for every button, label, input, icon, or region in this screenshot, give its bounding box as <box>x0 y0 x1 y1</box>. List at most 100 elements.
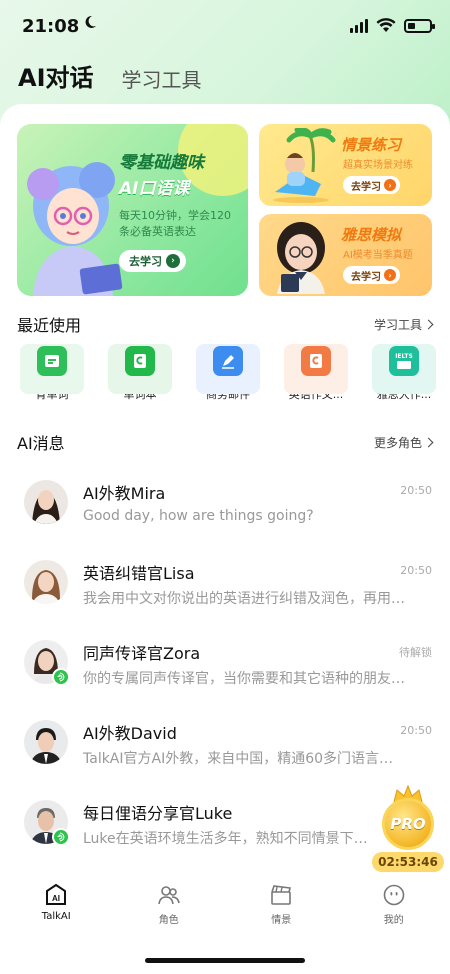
ielts-badge: IELTS <box>395 352 413 360</box>
tool-tile <box>284 344 348 394</box>
button-label: 去学习 <box>351 181 381 193</box>
battery-icon <box>404 18 435 33</box>
message-preview: 我会用中文对你说出的英语进行纠错及润色，再用… <box>83 591 405 607</box>
message-time: 待解锁 <box>399 646 432 659</box>
ielts-title: 雅思模拟 <box>341 226 402 244</box>
link-label: 更多角色 <box>373 435 422 450</box>
bottom-tab-bar: AI TalkAI 角色 情景 我的 <box>0 882 450 942</box>
tool-english-essay[interactable]: 英语作文... <box>272 344 360 402</box>
tab-ai-chat-label: AI对话 <box>18 64 94 92</box>
wordbook-icon <box>125 346 155 376</box>
chevron-right-icon <box>423 319 434 329</box>
message-name: AI外教David <box>83 724 177 743</box>
message-time: 20:50 <box>400 484 432 497</box>
message-item[interactable]: AI外教David 20:50 TalkAI官方AI外教，来自中国，精通60多门… <box>0 706 450 786</box>
moon-icon <box>83 14 97 33</box>
message-preview: 你的专属同声传译官，当你需要和其它语种的朋友… <box>83 671 405 687</box>
wifi-icon <box>376 18 396 32</box>
pro-badge[interactable]: PRO 02:53:46 <box>370 780 446 874</box>
message-name: AI外教Mira <box>83 484 166 503</box>
arrow-right-icon: › <box>166 254 180 268</box>
home-indicator <box>145 958 305 963</box>
more-roles-link[interactable]: 更多角色 <box>373 434 434 451</box>
tool-tile <box>196 344 260 394</box>
tab-label: TalkAI <box>41 911 71 922</box>
svg-text:AI: AI <box>52 894 60 903</box>
tab-label: 我的 <box>383 915 404 926</box>
people-icon <box>156 882 182 908</box>
voice-icon <box>52 828 70 846</box>
message-preview: TalkAI官方AI外教，来自中国，精通60多门语言… <box>83 751 394 767</box>
oral-course-start-button[interactable]: 去学习 › <box>119 250 186 272</box>
message-name: 每日俚语分享官Luke <box>83 804 233 823</box>
voice-icon <box>52 668 70 686</box>
ielts-icon: IELTS <box>389 346 419 376</box>
status-time: 21:08 <box>22 16 80 37</box>
tab-learning-tools[interactable]: 学习工具 <box>122 64 202 93</box>
message-item[interactable]: 英语纠错官Lisa 20:50 我会用中文对你说出的英语进行纠错及润色，再用… <box>0 546 450 626</box>
clapperboard-icon <box>268 882 294 908</box>
student-illustration <box>277 222 325 294</box>
essay-icon <box>301 346 331 376</box>
message-item[interactable]: AI外教Mira 20:50 Good day, how are things … <box>0 466 450 546</box>
tool-tile <box>20 344 84 394</box>
pro-label: PRO <box>390 815 426 833</box>
tool-tile: IELTS <box>372 344 436 394</box>
tool-business-mail[interactable]: 商务邮件 <box>184 344 272 402</box>
profile-icon <box>381 882 407 908</box>
top-tabs: AI对话 学习工具 <box>18 54 202 93</box>
message-time: 20:50 <box>400 564 432 577</box>
signal-icon <box>350 18 368 33</box>
scenario-start-button[interactable]: 去学习 › <box>343 176 400 194</box>
banner-oral-course[interactable]: 零基础趣味 AI口语课 每天10分钟，学会120条必备英语表达 去学习 › <box>17 124 248 296</box>
status-bar: 21:08 <box>0 0 450 54</box>
chevron-right-icon <box>423 437 434 447</box>
banner-ielts-mock[interactable]: 雅思模拟 AI模考当季真题 去学习 › <box>259 214 432 296</box>
status-icons <box>350 18 435 33</box>
banner-description: 每天10分钟，学会120条必备英语表达 <box>119 209 231 238</box>
message-item[interactable]: 同声传译官Zora 待解锁 你的专属同声传译官，当你需要和其它语种的朋友… <box>0 626 450 706</box>
scenario-desc: 超真实场景对练 <box>343 160 413 171</box>
banner-title-line2: AI口语课 <box>119 179 190 199</box>
ielts-desc: AI模考当季真题 <box>343 250 413 261</box>
avatar <box>24 720 68 764</box>
tab-label: 角色 <box>158 915 179 926</box>
talkai-icon: AI <box>43 882 69 908</box>
tool-wordbook[interactable]: 单词本 <box>96 344 184 402</box>
button-label: 去学习 <box>129 255 162 268</box>
recent-title: 最近使用 <box>17 316 82 335</box>
arrow-right-icon: › <box>384 269 396 281</box>
tab-label: 情景 <box>271 915 292 926</box>
tool-ielts-writing[interactable]: IELTS 雅思大作... <box>360 344 448 402</box>
tab-roles[interactable]: 角色 <box>113 882 226 942</box>
pro-medal: PRO <box>382 798 434 850</box>
tab-scenes[interactable]: 情景 <box>225 882 338 942</box>
tab-talkai[interactable]: AI TalkAI <box>0 882 113 942</box>
messages-title: AI消息 <box>17 434 65 453</box>
pro-countdown: 02:53:46 <box>372 852 444 872</box>
tab-ai-chat[interactable]: AI对话 <box>18 54 94 93</box>
messages-header: AI消息 更多角色 <box>17 430 434 454</box>
girl-illustration <box>27 162 123 296</box>
banner-scenario-practice[interactable]: 情景练习 超真实场景对练 去学习 › <box>259 124 432 206</box>
tab-mine[interactable]: 我的 <box>338 882 450 942</box>
message-time: 20:50 <box>400 724 432 737</box>
banner-title-line1: 零基础趣味 <box>119 153 204 173</box>
message-name: 同声传译官Zora <box>83 644 201 663</box>
arrow-right-icon: › <box>384 179 396 191</box>
mail-pen-icon <box>213 346 243 376</box>
beach-chair-illustration <box>273 128 336 203</box>
avatar <box>24 480 68 524</box>
tool-tile <box>108 344 172 394</box>
message-preview: Good day, how are things going? <box>83 508 314 524</box>
avatar <box>24 560 68 604</box>
learning-tools-link[interactable]: 学习工具 <box>374 316 434 333</box>
recent-tools: 背单词 单词本 商务邮件 英语作文... IELTS 雅思大作... <box>8 344 448 402</box>
flashcard-icon <box>37 346 67 376</box>
message-name: 英语纠错官Lisa <box>83 564 195 583</box>
ielts-start-button[interactable]: 去学习 › <box>343 266 400 284</box>
recent-header: 最近使用 学习工具 <box>17 312 434 336</box>
scenario-title: 情景练习 <box>341 136 402 154</box>
tool-flashcards[interactable]: 背单词 <box>8 344 96 402</box>
button-label: 去学习 <box>351 271 381 283</box>
